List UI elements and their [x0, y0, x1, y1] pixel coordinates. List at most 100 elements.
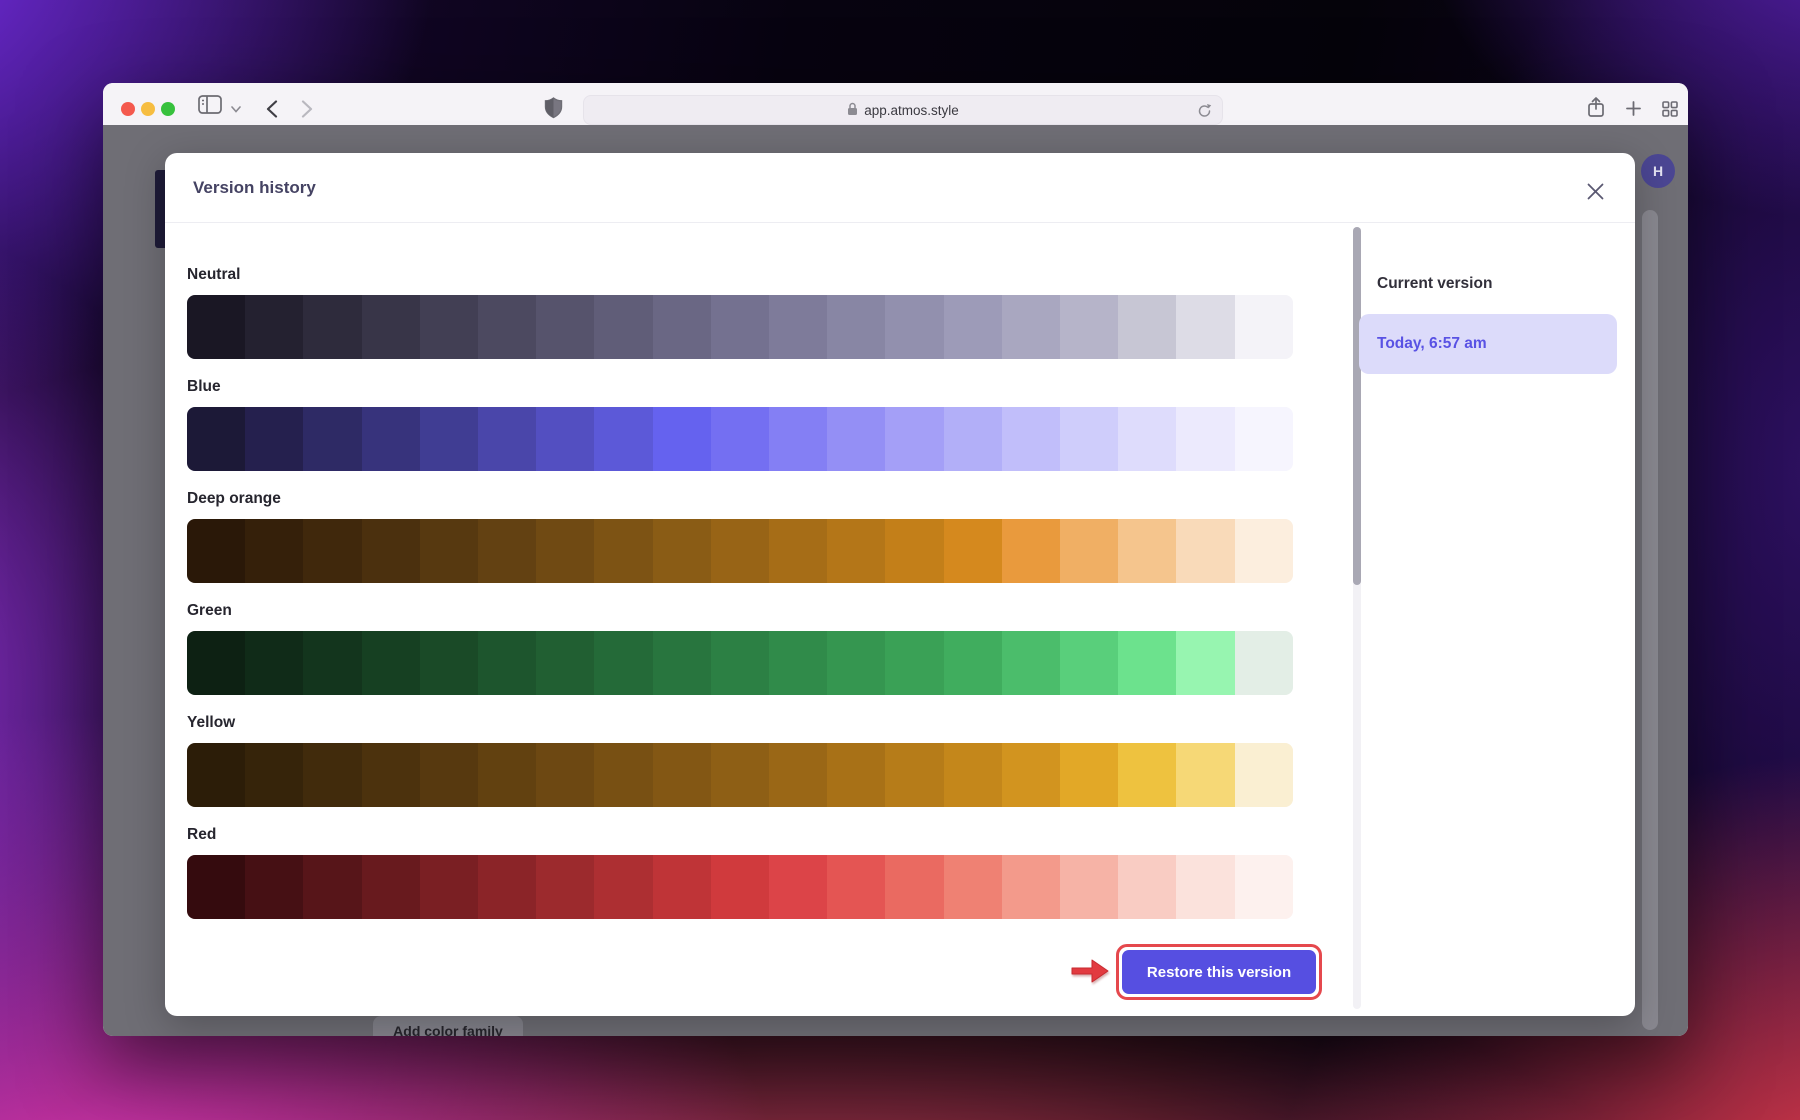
- color-swatch: [1060, 295, 1118, 359]
- color-swatch: [711, 519, 769, 583]
- color-swatch: [1235, 855, 1293, 919]
- color-family-swatches: [187, 743, 1293, 807]
- page-scrollbar: [1642, 210, 1658, 1030]
- color-swatch: [827, 743, 885, 807]
- app-logo: [155, 170, 165, 248]
- lock-icon: [847, 102, 858, 119]
- color-swatch: [1002, 631, 1060, 695]
- color-swatch: [420, 407, 478, 471]
- privacy-shield-icon[interactable]: [544, 97, 563, 119]
- color-swatch: [827, 519, 885, 583]
- color-swatch: [245, 743, 303, 807]
- color-swatch: [420, 743, 478, 807]
- color-swatch: [1118, 295, 1176, 359]
- color-swatch: [711, 295, 769, 359]
- color-swatch: [187, 407, 245, 471]
- avatar-initial: H: [1653, 163, 1663, 179]
- version-item[interactable]: Today, 6:57 am: [1359, 314, 1617, 374]
- color-swatch: [420, 295, 478, 359]
- annotation-arrow-icon: [1070, 957, 1110, 985]
- modal-body: Neutral Blue Deep orange Green Yellow Re…: [165, 223, 1635, 1015]
- color-swatch: [653, 743, 711, 807]
- avatar: H: [1641, 154, 1675, 188]
- color-swatch: [1060, 519, 1118, 583]
- color-swatch: [653, 295, 711, 359]
- color-swatch: [187, 519, 245, 583]
- color-swatch: [303, 295, 361, 359]
- add-color-family-label: Add color family: [393, 1023, 503, 1036]
- color-swatch: [536, 295, 594, 359]
- color-swatch: [536, 407, 594, 471]
- chevron-down-icon[interactable]: [231, 106, 241, 113]
- color-swatch: [769, 855, 827, 919]
- browser-window: app.atmos.style H Add color: [103, 83, 1688, 1036]
- color-swatch: [420, 519, 478, 583]
- color-swatch: [303, 631, 361, 695]
- color-swatch: [1235, 743, 1293, 807]
- color-family-label: Red: [187, 825, 1293, 845]
- color-family: Deep orange: [187, 489, 1293, 583]
- families-list: Neutral Blue Deep orange Green Yellow Re…: [187, 223, 1293, 937]
- color-swatch: [536, 519, 594, 583]
- color-swatch: [478, 519, 536, 583]
- color-swatch: [478, 407, 536, 471]
- forward-icon[interactable]: [301, 100, 313, 118]
- color-swatch: [653, 519, 711, 583]
- share-icon[interactable]: [1587, 96, 1605, 118]
- color-swatch: [1118, 743, 1176, 807]
- color-swatch: [827, 407, 885, 471]
- restore-this-version-button[interactable]: Restore this version: [1122, 950, 1316, 994]
- close-button[interactable]: [1577, 175, 1613, 211]
- color-swatch: [769, 631, 827, 695]
- color-family: Green: [187, 601, 1293, 695]
- color-swatch: [594, 407, 652, 471]
- color-family-swatches: [187, 519, 1293, 583]
- traffic-light-zoom[interactable]: [161, 102, 175, 116]
- restore-button-highlight: Restore this version: [1116, 944, 1322, 1000]
- traffic-light-close[interactable]: [121, 102, 135, 116]
- browser-toolbar: app.atmos.style: [103, 83, 1688, 125]
- traffic-light-minimize[interactable]: [141, 102, 155, 116]
- color-swatch: [1176, 855, 1234, 919]
- color-swatch: [1118, 407, 1176, 471]
- modal-title: Version history: [193, 178, 316, 198]
- color-swatch: [1060, 631, 1118, 695]
- color-swatch: [1235, 295, 1293, 359]
- color-family-swatches: [187, 295, 1293, 359]
- color-swatch: [1118, 631, 1176, 695]
- color-swatch: [827, 855, 885, 919]
- back-icon[interactable]: [266, 100, 278, 118]
- color-swatch: [885, 519, 943, 583]
- color-swatch: [885, 743, 943, 807]
- color-swatch: [362, 407, 420, 471]
- address-bar[interactable]: app.atmos.style: [583, 95, 1223, 125]
- version-history-modal: Version history Neutral Blue Deep orange…: [165, 153, 1635, 1016]
- color-swatch: [536, 855, 594, 919]
- tab-overview-icon[interactable]: [1662, 101, 1678, 117]
- version-item-label: Today, 6:57 am: [1377, 335, 1487, 353]
- color-swatch: [885, 407, 943, 471]
- color-family-label: Green: [187, 601, 1293, 621]
- new-tab-icon[interactable]: [1626, 101, 1641, 116]
- color-swatch: [1002, 519, 1060, 583]
- color-swatch: [187, 631, 245, 695]
- color-swatch: [303, 855, 361, 919]
- color-swatch: [1176, 631, 1234, 695]
- color-swatch: [536, 631, 594, 695]
- current-version-heading: Current version: [1377, 275, 1617, 293]
- color-family-swatches: [187, 631, 1293, 695]
- color-swatch: [653, 855, 711, 919]
- color-swatch: [245, 295, 303, 359]
- color-swatch: [187, 855, 245, 919]
- color-family: Neutral: [187, 265, 1293, 359]
- color-swatch: [711, 631, 769, 695]
- sidebar-icon[interactable]: [198, 95, 222, 114]
- color-swatch: [769, 407, 827, 471]
- color-swatch: [303, 407, 361, 471]
- color-swatch: [1176, 743, 1234, 807]
- color-swatch: [885, 631, 943, 695]
- reload-icon[interactable]: [1197, 103, 1212, 122]
- color-swatch: [594, 295, 652, 359]
- color-swatch: [594, 855, 652, 919]
- color-swatch: [1060, 743, 1118, 807]
